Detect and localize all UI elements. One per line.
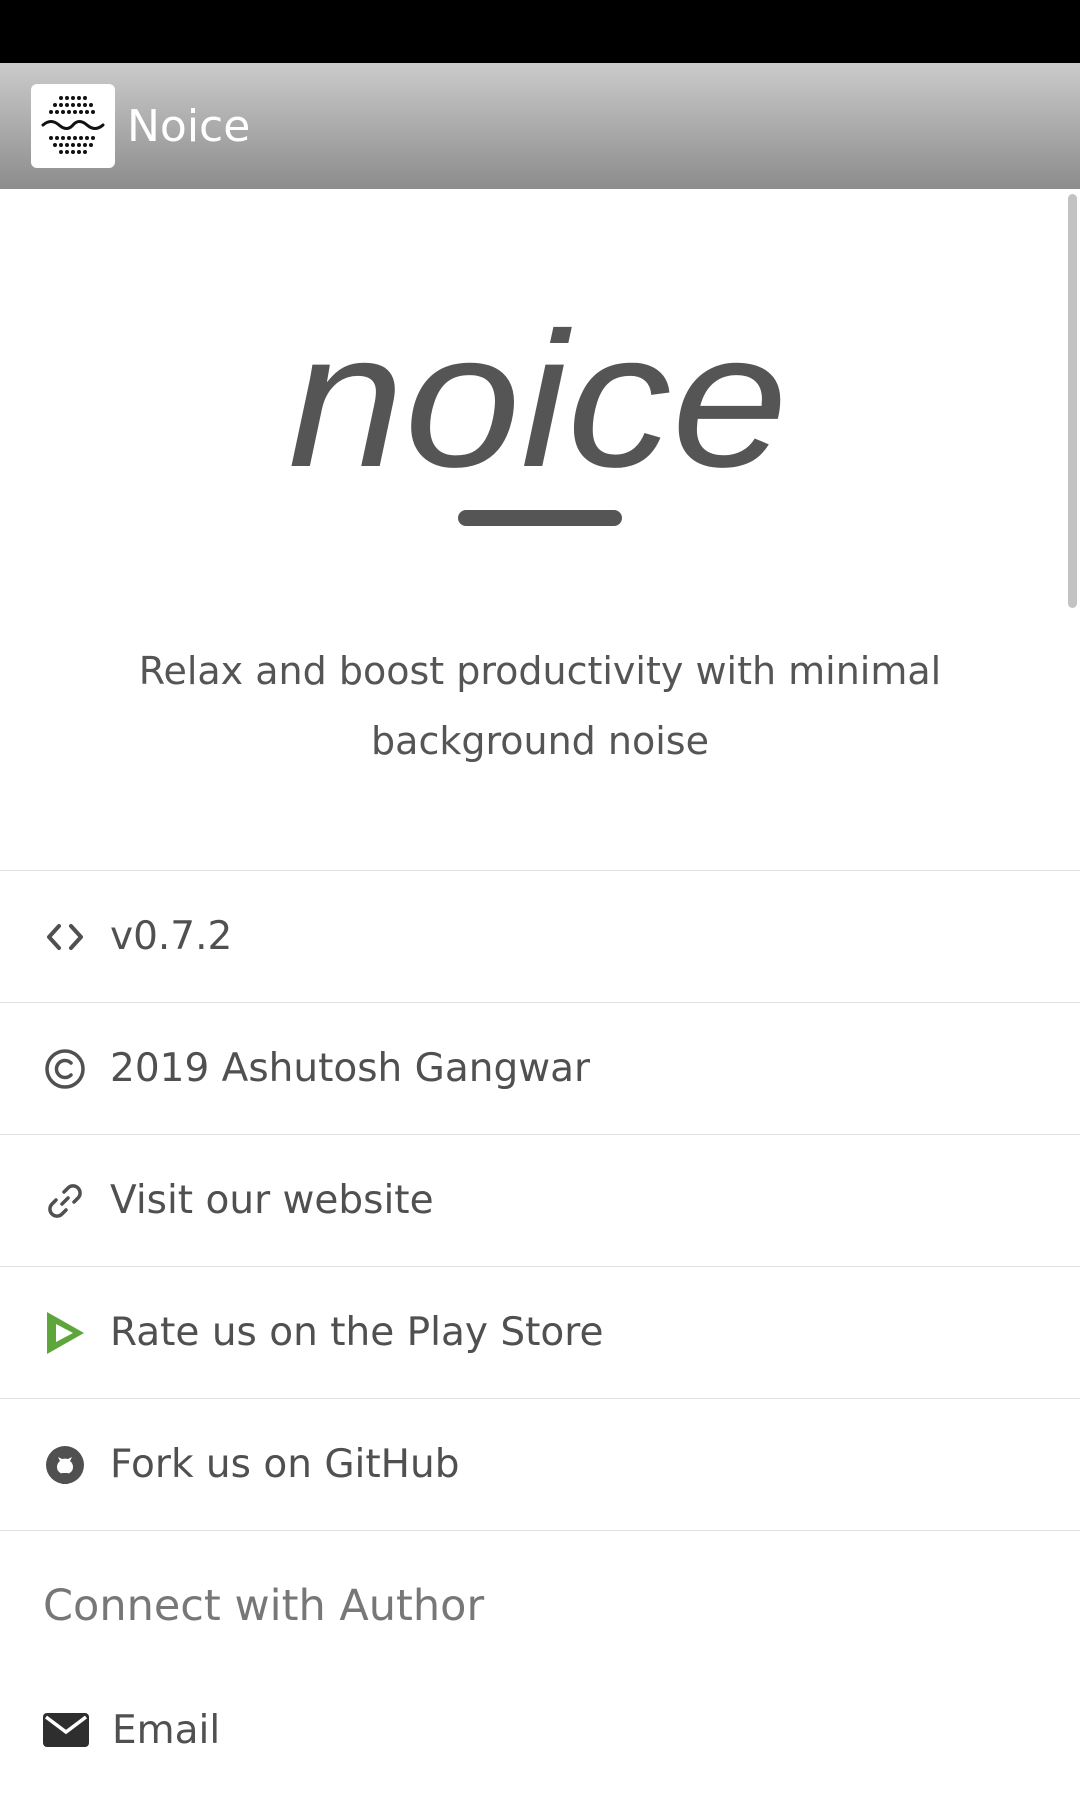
copyright-label: 2019 Ashutosh Gangwar: [110, 1046, 591, 1091]
logo-wordmark: noice: [288, 300, 788, 507]
github-item[interactable]: Fork us on GitHub: [0, 1398, 1080, 1530]
version-label: v0.7.2: [110, 914, 233, 959]
copyright-item: 2019 Ashutosh Gangwar: [0, 1002, 1080, 1134]
play-store-item[interactable]: Rate us on the Play Store: [0, 1266, 1080, 1398]
logo-underline: [458, 510, 622, 526]
code-icon: [44, 916, 86, 958]
tagline-line-2: background noise: [371, 719, 709, 763]
link-icon: [44, 1180, 86, 1222]
copyright-icon: [44, 1048, 86, 1090]
noice-logo: noice: [280, 292, 800, 540]
scrollbar[interactable]: [1068, 194, 1077, 608]
website-label: Visit our website: [110, 1178, 434, 1223]
email-icon: [42, 1710, 90, 1750]
play-store-icon: [44, 1311, 86, 1354]
email-item[interactable]: Email: [0, 1680, 1080, 1780]
app-logo-icon: [31, 84, 115, 168]
github-icon: [44, 1444, 86, 1486]
play-store-label: Rate us on the Play Store: [110, 1310, 604, 1355]
app-bar: Noice: [0, 63, 1080, 189]
version-item: v0.7.2: [0, 870, 1080, 1002]
about-list: v0.7.2 2019 Ashutosh Gangwar Visit our w…: [0, 870, 1080, 1780]
email-label: Email: [112, 1707, 221, 1753]
status-bar: [0, 0, 1080, 63]
connect-section-title: Connect with Author: [0, 1530, 1080, 1680]
github-label: Fork us on GitHub: [110, 1442, 460, 1487]
app-title: Noice: [127, 100, 251, 152]
tagline-line-1: Relax and boost productivity with minima…: [138, 649, 942, 693]
website-item[interactable]: Visit our website: [0, 1134, 1080, 1266]
tagline: Relax and boost productivity with minima…: [0, 636, 1080, 776]
